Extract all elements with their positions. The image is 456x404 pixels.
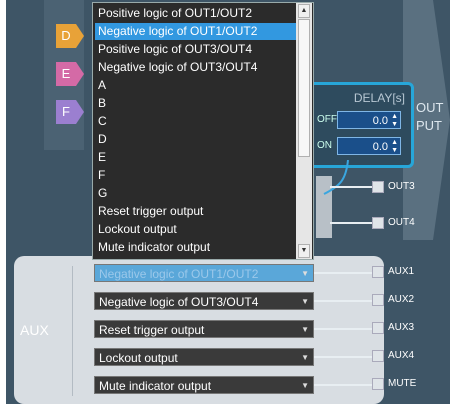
tab-d[interactable]: D [56, 24, 84, 48]
terminal-aux1 [372, 266, 384, 278]
dropdown-option[interactable]: Negative logic of OUT3/OUT4 [95, 59, 297, 76]
tab-e-label: E [61, 66, 71, 81]
tab-e[interactable]: E [56, 62, 84, 86]
mute-select-value: Mute indicator output [99, 379, 212, 393]
terminal-aux2-label: AUX2 [388, 294, 415, 305]
terminal-aux2 [372, 294, 384, 306]
delay-off-value: 0.0 [372, 115, 388, 127]
dropdown-option-selected[interactable]: Negative logic of OUT1/OUT2 [95, 23, 297, 40]
aux4-select-value: Lockout output [99, 351, 178, 365]
terminal-aux1-label: AUX1 [388, 266, 415, 277]
aux2-select[interactable]: Negative logic of OUT3/OUT4 ▼ [94, 292, 314, 310]
aux1-select-value: Negative logic of OUT1/OUT2 [99, 267, 259, 281]
delay-off-input[interactable]: 0.0 ▲ ▼ [337, 111, 401, 129]
dropdown-option[interactable]: D [95, 131, 297, 148]
terminal-out4 [372, 217, 384, 229]
tab-f-label: F [62, 104, 70, 119]
dropdown-option[interactable]: Mute indicator output [95, 239, 297, 256]
terminal-out4-label: OUT4 [388, 217, 415, 228]
terminal-aux4 [372, 350, 384, 362]
delay-box: DELAY[s] OFF 0.0 ▲ ▼ ON 0.0 ▲ ▼ [300, 82, 414, 168]
wire-aux4 [314, 356, 374, 358]
aux4-select[interactable]: Lockout output ▼ [94, 348, 314, 366]
dropdown-option[interactable]: C [95, 113, 297, 130]
wire-aux1 [314, 272, 374, 274]
terminal-aux4-label: AUX4 [388, 350, 415, 361]
wire-aux2 [314, 300, 374, 302]
aux1-select[interactable]: Negative logic of OUT1/OUT2 ▼ [94, 264, 314, 282]
dropdown-option[interactable]: Positive logic of OUT3/OUT4 [95, 41, 297, 58]
output-label-line2: PUT [416, 118, 442, 133]
terminal-mute [372, 378, 384, 390]
aux3-select-value: Reset trigger output [99, 323, 205, 337]
delay-on-label: ON [317, 140, 332, 151]
aux2-select-value: Negative logic of OUT3/OUT4 [99, 295, 259, 309]
chevron-down-icon: ▼ [301, 353, 309, 362]
chevron-down-icon: ▼ [301, 381, 309, 390]
chevron-down-icon: ▼ [301, 297, 309, 306]
dropdown-option[interactable]: E [95, 149, 297, 166]
delay-title: DELAY[s] [353, 91, 405, 105]
terminal-mute-label: MUTE [388, 378, 417, 389]
output-label: OUT PUT [416, 99, 443, 135]
tab-d-label: D [61, 28, 71, 43]
mute-select[interactable]: Mute indicator output ▼ [94, 376, 314, 394]
aux3-select[interactable]: Reset trigger output ▼ [94, 320, 314, 338]
dropdown-option[interactable]: F [95, 167, 297, 184]
scroll-down-icon[interactable]: ▼ [298, 244, 310, 258]
dropdown-list: Positive logic of OUT1/OUT2 Negative log… [92, 2, 314, 260]
spin-arrows-icon[interactable]: ▲ ▼ [391, 139, 398, 155]
dropdown-option[interactable]: A [95, 77, 297, 94]
scrollbar-thumb[interactable] [298, 19, 310, 157]
delay-on-input[interactable]: 0.0 ▲ ▼ [337, 137, 401, 155]
chevron-down-icon: ▼ [301, 325, 309, 334]
terminal-aux3-label: AUX3 [388, 322, 415, 333]
dropdown-option[interactable]: B [95, 95, 297, 112]
wire-out3 [330, 186, 374, 188]
dropdown-option[interactable]: Reset trigger output [95, 203, 297, 220]
dropdown-option[interactable]: G [95, 185, 297, 202]
output-label-line1: OUT [416, 100, 444, 115]
scroll-up-icon[interactable]: ▲ [298, 4, 310, 18]
aux-divider [72, 266, 73, 396]
wire-out4 [330, 222, 374, 224]
spin-arrows-icon[interactable]: ▲ ▼ [391, 113, 398, 129]
wire-mute [314, 384, 374, 386]
delay-off-label: OFF [317, 114, 337, 125]
canvas: D E F DELAY[s] OFF 0.0 ▲ ▼ ON 0.0 ▲ ▼ OUT … [0, 0, 456, 404]
terminal-out3-label: OUT3 [388, 181, 415, 192]
dropdown-option[interactable]: Positive logic of OUT1/OUT2 [95, 5, 297, 22]
dropdown-option[interactable]: Lockout output [95, 221, 297, 238]
terminal-aux3 [372, 322, 384, 334]
chevron-down-icon: ▼ [301, 269, 309, 278]
aux-label: AUX [20, 322, 49, 338]
tab-f[interactable]: F [56, 100, 84, 124]
terminal-out3 [372, 181, 384, 193]
wire-aux3 [314, 328, 374, 330]
delay-on-value: 0.0 [372, 141, 388, 153]
